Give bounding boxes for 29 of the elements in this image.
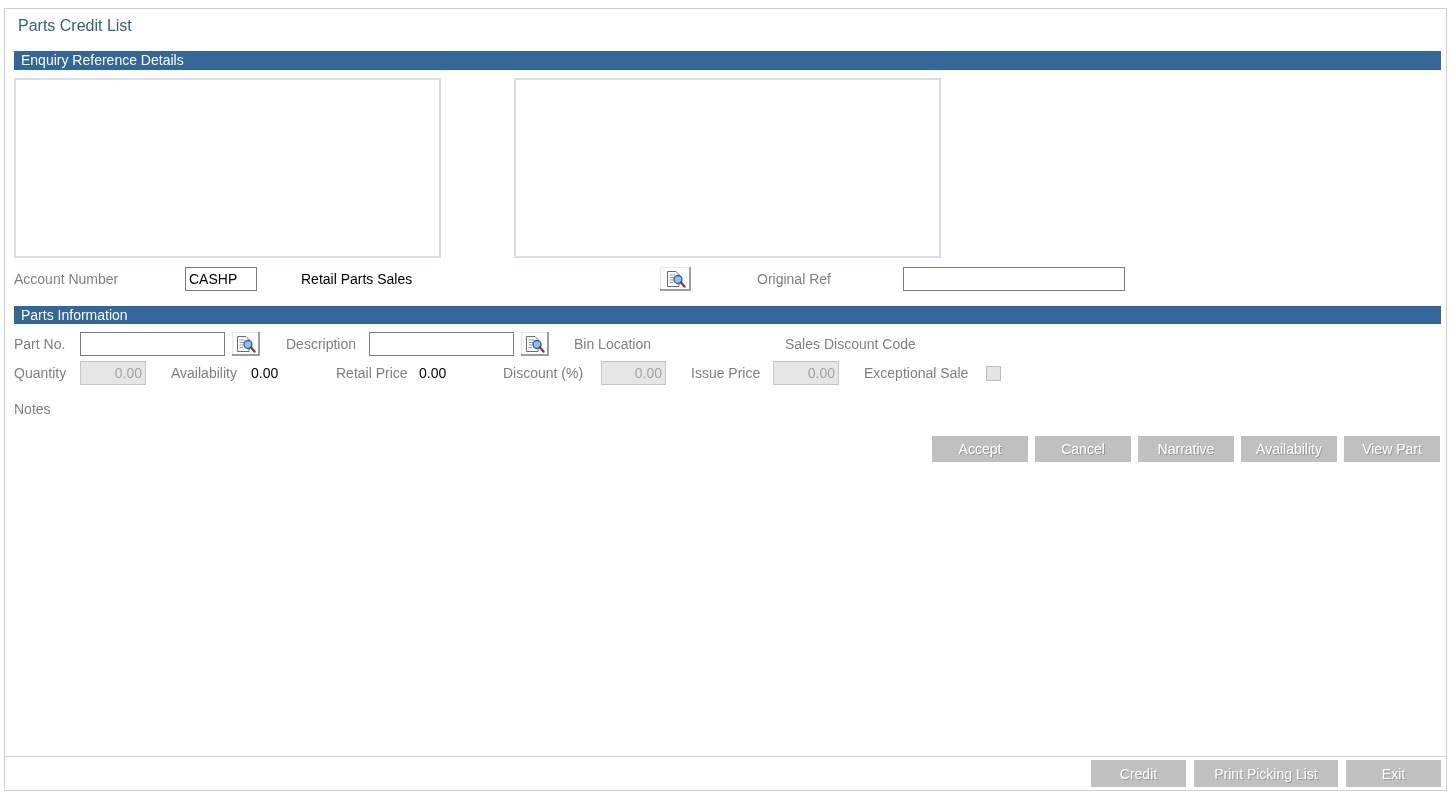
document-magnifier-icon bbox=[236, 335, 256, 353]
field-value: 0.00 bbox=[419, 365, 447, 381]
document-magnifier-icon bbox=[665, 270, 686, 288]
account-name: Retail Parts Sales bbox=[301, 271, 413, 287]
field-label: Discount (%) bbox=[503, 365, 584, 381]
input-field[interactable] bbox=[903, 267, 1125, 291]
field-label: Description bbox=[286, 336, 357, 352]
lookup-button[interactable] bbox=[660, 267, 691, 291]
field-value: 0.00 bbox=[251, 365, 279, 381]
window-title: Parts Credit List bbox=[18, 16, 132, 36]
section-header: Parts Information bbox=[14, 306, 1441, 324]
field-label: Notes bbox=[14, 401, 51, 417]
lookup-button[interactable] bbox=[521, 332, 549, 356]
input-field[interactable] bbox=[369, 332, 514, 356]
input-field[interactable] bbox=[80, 332, 225, 356]
field-label: Sales Discount Code bbox=[785, 336, 916, 352]
lookup-button[interactable] bbox=[232, 332, 260, 356]
document-magnifier-icon bbox=[525, 335, 545, 353]
field-label: Account Number bbox=[14, 271, 119, 287]
field-label: Exceptional Sale bbox=[864, 365, 969, 381]
field-label: Part No. bbox=[14, 336, 66, 352]
field-label: Bin Location bbox=[574, 336, 652, 352]
field-label: Quantity bbox=[14, 365, 67, 381]
input-field[interactable]: CASHP bbox=[185, 267, 257, 291]
field-label: Availability bbox=[171, 365, 237, 381]
field-label: Issue Price bbox=[691, 365, 761, 381]
field-label: Retail Price bbox=[336, 365, 408, 381]
section-header: Enquiry Reference Details bbox=[14, 51, 1441, 70]
field-label: Original Ref bbox=[757, 271, 831, 287]
